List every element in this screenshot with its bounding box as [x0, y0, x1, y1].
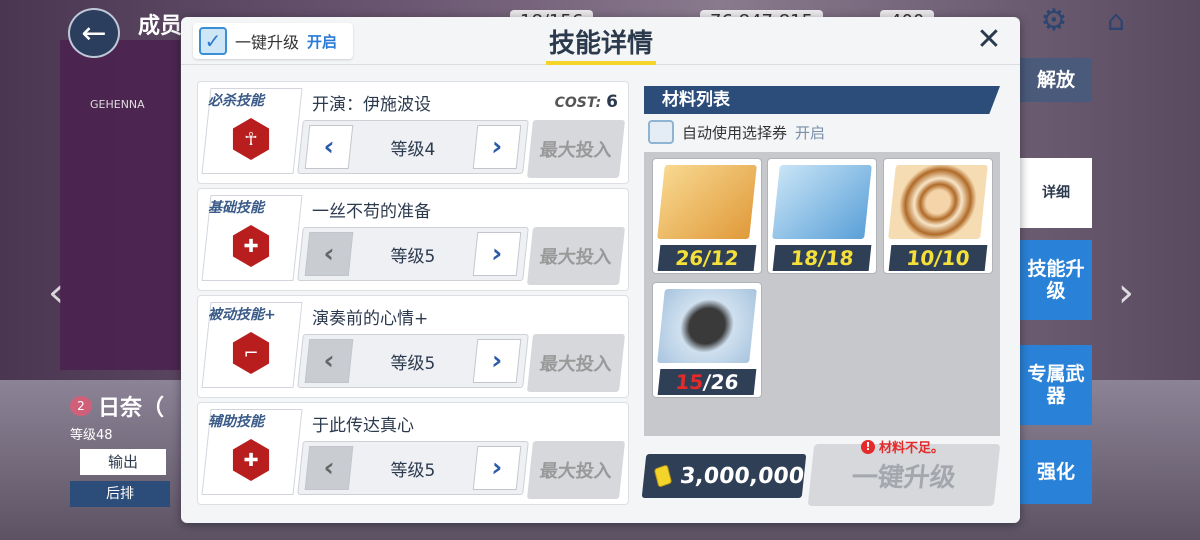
- skill-type-label: 辅助技能: [208, 414, 264, 430]
- character-info: 2 日奈（ 等级48 输出 后排: [70, 390, 190, 507]
- skill-type-label: 必杀技能: [208, 93, 264, 109]
- gear-icon[interactable]: ⚙: [1036, 4, 1072, 38]
- skill-card-support: 辅助技能 ✚ 于此传达真心 ‹ 等级5 › 最大投入: [197, 402, 629, 505]
- material-item[interactable]: 10/10: [883, 158, 993, 274]
- menu-exclusive-weapon[interactable]: 专属武器: [1020, 345, 1092, 425]
- level-decrease-button[interactable]: ‹: [304, 125, 354, 169]
- material-have: 18: [789, 246, 820, 270]
- material-count: 18/18: [772, 245, 872, 271]
- level-selector: ‹ 等级5 ›: [297, 227, 529, 281]
- auto-upgrade-toggle[interactable]: ✓ 一键升级 开启: [193, 23, 353, 59]
- ring-artifact-icon: [888, 165, 988, 239]
- level-text: 等级5: [390, 461, 436, 481]
- level-increase-button[interactable]: ›: [472, 446, 522, 490]
- modal-title: 技能详情: [548, 29, 653, 59]
- max-invest-button[interactable]: 最大投入: [526, 441, 626, 499]
- character-level: 等级48: [70, 428, 113, 443]
- back-button[interactable]: ←: [68, 8, 120, 58]
- level-text: 等级5: [390, 247, 436, 267]
- menu-enhance[interactable]: 强化: [1020, 440, 1092, 504]
- skill-name: 于此传达真心: [312, 416, 414, 436]
- materials-grid: 26/12 18/18 10/10 15/26: [644, 152, 1000, 436]
- menu-detail[interactable]: 详细: [1020, 158, 1092, 228]
- auto-ticket-toggle[interactable]: 自动使用选择券 开启: [648, 120, 825, 144]
- credit-cost-value: 3,000,000: [678, 463, 806, 489]
- material-item[interactable]: 15/26: [652, 282, 762, 398]
- blue-disc-icon: [772, 165, 872, 239]
- club-badge: GEHENNA: [90, 98, 145, 111]
- material-need: 12: [709, 246, 740, 270]
- prev-character-arrow[interactable]: ‹: [48, 270, 64, 316]
- auto-ticket-label: 自动使用选择券: [682, 123, 788, 142]
- position-tag: 后排: [70, 481, 170, 507]
- skill-cost: COST: 6: [555, 92, 618, 112]
- auto-upgrade-label: 一键升级: [235, 33, 300, 52]
- level-text: 等级4: [390, 140, 436, 160]
- max-invest-button[interactable]: 最大投入: [526, 227, 626, 285]
- materials-header: 材料列表: [644, 86, 1000, 114]
- material-have: 26: [674, 246, 705, 270]
- skill-name: 演奏前的心情+: [312, 309, 429, 329]
- auto-ticket-state: 开启: [795, 123, 826, 142]
- skill-card-basic: 基础技能 ✚ 一丝不苟的准备 ‹ 等级5 › 最大投入: [197, 188, 629, 291]
- level-increase-button[interactable]: ›: [472, 125, 522, 169]
- modal-header: ✓ 一键升级 开启 技能详情 ✕: [181, 17, 1020, 65]
- insufficient-warning: ! 材料不足。: [861, 437, 944, 456]
- material-need: 10: [940, 246, 971, 270]
- material-item[interactable]: 18/18: [767, 158, 877, 274]
- material-item[interactable]: 26/12: [652, 158, 762, 274]
- material-have: 15: [674, 370, 705, 394]
- bond-heart-icon: 2: [70, 396, 92, 416]
- max-invest-button[interactable]: 最大投入: [526, 120, 626, 178]
- banner-decoration: [60, 40, 180, 370]
- material-count: 26/12: [657, 245, 757, 271]
- skill-name: 一丝不苟的准备: [312, 202, 431, 222]
- cost-label: COST:: [554, 95, 602, 111]
- character-name: 日奈（: [98, 396, 165, 421]
- next-character-arrow[interactable]: ›: [1118, 270, 1134, 316]
- home-icon[interactable]: ⌂: [1098, 4, 1134, 38]
- materials-panel: 材料列表 自动使用选择券 开启 26/12 18/18 10/10 15/26: [644, 86, 1000, 436]
- credit-cost: 3,000,000: [641, 454, 807, 498]
- level-decrease-button[interactable]: ‹: [304, 339, 354, 383]
- material-have: 10: [905, 246, 936, 270]
- menu-unlock[interactable]: 解放: [1020, 58, 1092, 102]
- level-selector: ‹ 等级5 ›: [297, 334, 529, 388]
- checkbox-unchecked-icon[interactable]: [648, 120, 674, 144]
- cost-value: 6: [606, 92, 618, 112]
- skill-type-label: 被动技能+: [208, 307, 276, 323]
- skill-name: 开演：伊施波设: [312, 95, 431, 115]
- material-need: 18: [824, 246, 855, 270]
- role-tag: 输出: [80, 449, 166, 475]
- level-text: 等级5: [390, 354, 436, 374]
- level-decrease-button[interactable]: ‹: [304, 446, 354, 490]
- warning-text: 材料不足。: [879, 441, 945, 456]
- page-title: 成员: [138, 14, 183, 39]
- level-selector: ‹ 等级5 ›: [297, 441, 529, 495]
- warning-icon: !: [861, 439, 875, 454]
- max-invest-button[interactable]: 最大投入: [526, 334, 626, 392]
- material-need: 26: [709, 370, 740, 394]
- level-increase-button[interactable]: ›: [472, 339, 522, 383]
- checkbox-checked-icon[interactable]: ✓: [199, 27, 227, 55]
- material-count: 10/10: [888, 245, 988, 271]
- auto-upgrade-state: 开启: [307, 32, 338, 51]
- skill-detail-modal: ✓ 一键升级 开启 技能详情 ✕ 必杀技能 ☥ 开演：伊施波设 COST: 6 …: [181, 17, 1020, 523]
- level-increase-button[interactable]: ›: [472, 232, 522, 276]
- skill-card-ex: 必杀技能 ☥ 开演：伊施波设 COST: 6 ‹ 等级4 › 最大投入: [197, 81, 629, 184]
- skill-type-label: 基础技能: [208, 200, 264, 216]
- material-count: 15/26: [657, 369, 757, 395]
- level-decrease-button[interactable]: ‹: [304, 232, 354, 276]
- title-underline: [546, 61, 656, 65]
- stone-artifact-icon: [657, 289, 757, 363]
- skill-card-passive: 被动技能+ ⌐ 演奏前的心情+ ‹ 等级5 › 最大投入: [197, 295, 629, 398]
- level-selector: ‹ 等级4 ›: [297, 120, 529, 174]
- menu-skill-upgrade[interactable]: 技能升级: [1020, 240, 1092, 320]
- gold-disc-icon: [657, 165, 757, 239]
- close-icon[interactable]: ✕: [974, 25, 1004, 55]
- credit-coin-icon: [653, 464, 673, 488]
